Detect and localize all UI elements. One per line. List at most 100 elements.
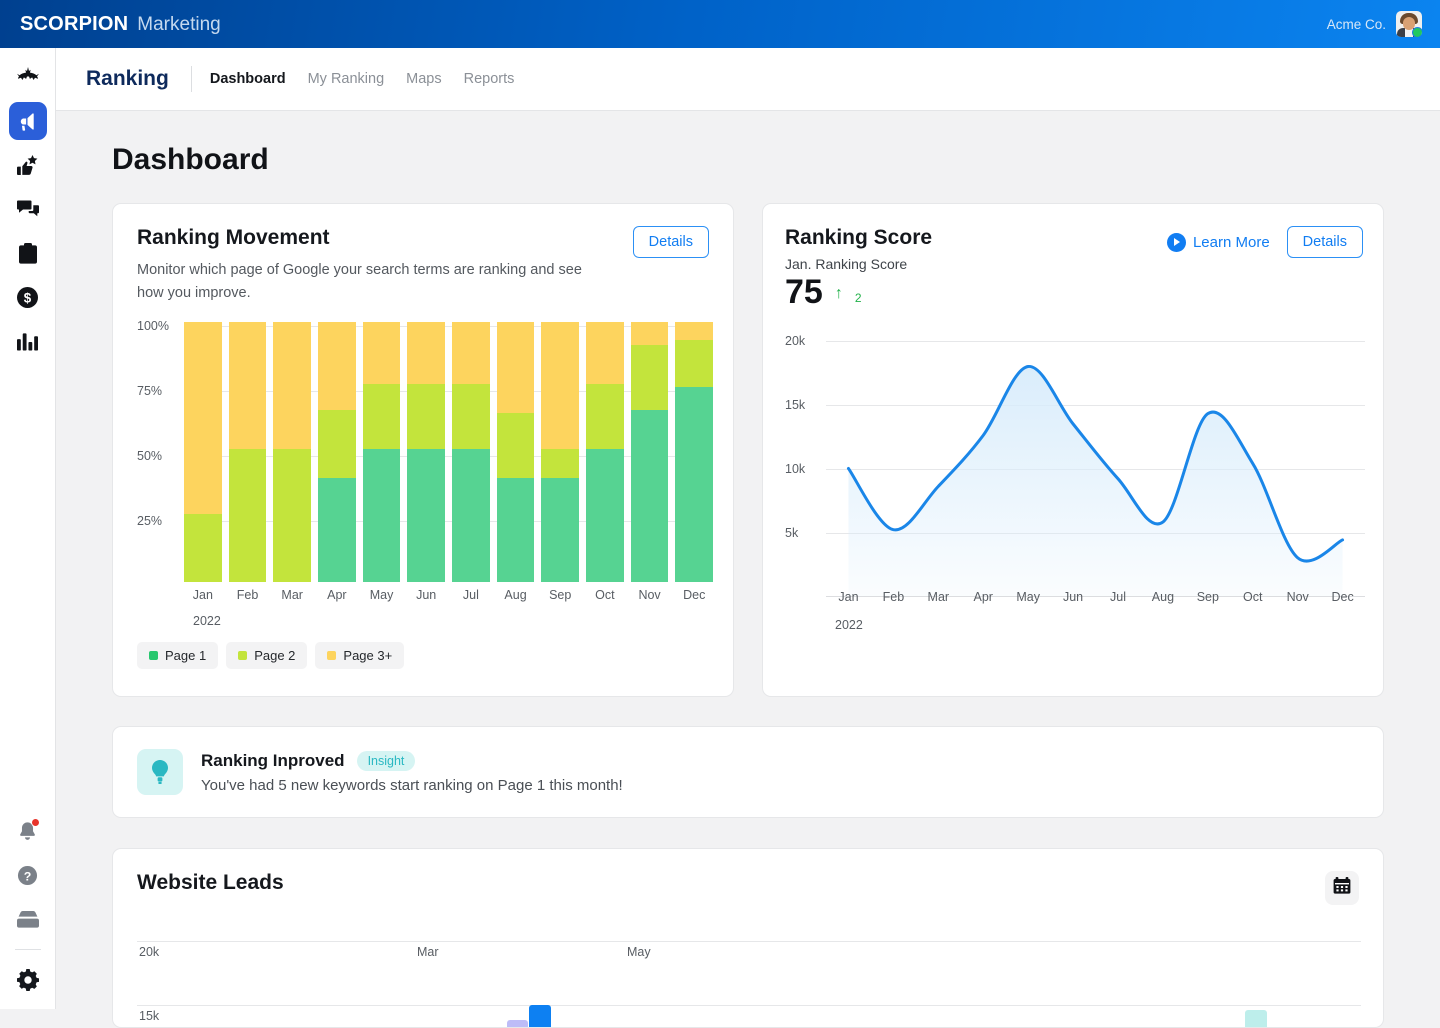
- bar-column[interactable]: [541, 322, 579, 582]
- page-title: Dashboard: [112, 143, 1440, 177]
- bar-column[interactable]: [407, 322, 445, 582]
- ranking-score-delta: 2: [855, 291, 862, 305]
- x-axis-tick: Jan: [826, 590, 871, 604]
- bar-segment: [363, 449, 401, 582]
- bar-segment: [184, 322, 222, 514]
- rail-item-home[interactable]: [9, 58, 47, 96]
- cards-row: Ranking Movement Monitor which page of G…: [112, 203, 1440, 697]
- legend-swatch: [149, 651, 158, 660]
- date-range-button[interactable]: [1325, 871, 1359, 905]
- bar-segment: [497, 478, 535, 582]
- bar-column[interactable]: [675, 322, 713, 582]
- legend-item-page2[interactable]: Page 2: [226, 642, 307, 669]
- x-axis-tick: Jul: [1096, 590, 1141, 604]
- question-circle-icon: ?: [17, 865, 38, 886]
- x-axis-tick: Feb: [871, 590, 916, 604]
- ranking-score-details-button[interactable]: Details: [1287, 226, 1363, 258]
- rail-item-tasks[interactable]: [9, 234, 47, 272]
- stacked-bar-plot: 100%75%50%25%: [184, 322, 713, 582]
- y-axis-tick: 10k: [785, 462, 827, 476]
- rail-item-archive[interactable]: [9, 900, 47, 938]
- rail-item-settings[interactable]: [9, 961, 47, 999]
- x-axis-tick: Jun: [407, 588, 445, 602]
- ranking-score-header: Ranking Score Jan. Ranking Score 75 ↑ 2 …: [785, 226, 1363, 311]
- ranking-movement-description: Monitor which page of Google your search…: [137, 259, 607, 306]
- bar-segment: [273, 322, 311, 449]
- website-leads-title: Website Leads: [137, 871, 284, 895]
- legend-item-page1[interactable]: Page 1: [137, 642, 218, 669]
- tab-maps[interactable]: Maps: [406, 71, 441, 87]
- insight-title-row: Ranking Inproved Insight: [201, 751, 623, 771]
- bar-segment: [541, 478, 579, 582]
- tab-my-ranking[interactable]: My Ranking: [308, 71, 385, 87]
- x-axis-tick: Jan: [184, 588, 222, 602]
- brand-logo[interactable]: SCORPION Marketing: [20, 13, 221, 36]
- x-axis-tick: May: [627, 945, 651, 959]
- y-axis-tick: 5k: [785, 526, 827, 540]
- rail-item-billing[interactable]: $: [9, 278, 47, 316]
- bar-segment: [586, 384, 624, 449]
- trend-up-arrow-icon: ↑: [835, 285, 843, 303]
- play-icon: [1167, 233, 1186, 252]
- bar-column[interactable]: [497, 322, 535, 582]
- y-axis-tick: 25%: [137, 514, 179, 528]
- leads-bar[interactable]: [1245, 1010, 1267, 1028]
- rail-item-help[interactable]: ?: [9, 856, 47, 894]
- learn-more-link[interactable]: Learn More: [1167, 233, 1270, 252]
- x-axis-tick: Apr: [961, 590, 1006, 604]
- rail-item-marketing[interactable]: [9, 102, 47, 140]
- avatar[interactable]: [1396, 11, 1422, 37]
- insight-body: Ranking Inproved Insight You've had 5 ne…: [201, 751, 623, 794]
- rail-item-messages[interactable]: [9, 190, 47, 228]
- legend-item-page3plus[interactable]: Page 3+: [315, 642, 404, 669]
- website-leads-chart: 20k15kMarMay: [137, 929, 1361, 1028]
- insight-message: You've had 5 new keywords start ranking …: [201, 777, 623, 794]
- bar-segment: [363, 322, 401, 384]
- x-axis-tick: Sep: [1185, 590, 1230, 604]
- legend-swatch: [238, 651, 247, 660]
- x-axis-tick: Aug: [1140, 590, 1185, 604]
- bar-segment: [273, 449, 311, 582]
- rail-item-analytics[interactable]: [9, 322, 47, 360]
- legend-label: Page 2: [254, 648, 295, 663]
- tab-reports[interactable]: Reports: [464, 71, 515, 87]
- x-axis-tick: Oct: [586, 588, 624, 602]
- rail-item-notifications[interactable]: [9, 812, 47, 850]
- rail-item-reputation[interactable]: [9, 146, 47, 184]
- ranking-score-value: 75: [785, 274, 823, 311]
- y-axis-tick: 100%: [137, 319, 179, 333]
- stacked-bar-x-axis: JanFebMarAprMayJunJulAugSepOctNovDec: [184, 588, 713, 602]
- leads-bar[interactable]: [529, 1005, 551, 1028]
- ranking-movement-details-button[interactable]: Details: [633, 226, 709, 258]
- tab-dashboard[interactable]: Dashboard: [210, 71, 286, 87]
- bar-column[interactable]: [631, 322, 669, 582]
- ranking-movement-header: Ranking Movement Monitor which page of G…: [137, 226, 709, 306]
- bar-column[interactable]: [184, 322, 222, 582]
- megaphone-icon: [17, 111, 38, 132]
- gear-icon: [17, 969, 39, 991]
- bar-column[interactable]: [586, 322, 624, 582]
- archive-icon: [17, 911, 39, 928]
- x-axis-tick: Sep: [541, 588, 579, 602]
- bar-segment: [318, 322, 356, 410]
- ranking-score-title: Ranking Score: [785, 226, 932, 250]
- bar-column[interactable]: [229, 322, 267, 582]
- bar-segment: [541, 322, 579, 449]
- bar-column[interactable]: [273, 322, 311, 582]
- top-brand-bar: SCORPION Marketing Acme Co.: [0, 0, 1440, 48]
- bar-segment: [184, 514, 222, 582]
- x-axis-tick: Dec: [675, 588, 713, 602]
- account-area[interactable]: Acme Co.: [1327, 11, 1422, 37]
- gridline: [137, 1005, 1361, 1006]
- insight-badge: Insight: [357, 751, 416, 771]
- bar-segment: [229, 449, 267, 582]
- leads-bar[interactable]: [507, 1020, 528, 1028]
- insight-banner[interactable]: Ranking Inproved Insight You've had 5 ne…: [112, 726, 1384, 818]
- bar-column[interactable]: [452, 322, 490, 582]
- bar-column[interactable]: [318, 322, 356, 582]
- line-chart-plot: [826, 329, 1365, 584]
- bar-segment: [675, 387, 713, 582]
- y-axis-tick: 15k: [139, 1009, 159, 1023]
- x-axis-tick: Mar: [417, 945, 439, 959]
- bar-column[interactable]: [363, 322, 401, 582]
